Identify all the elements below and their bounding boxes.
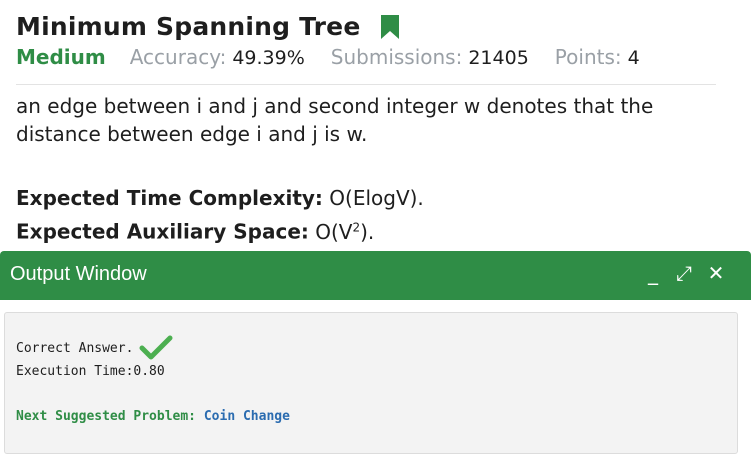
time-complexity-value: O(ElogV).: [329, 186, 424, 210]
next-suggested: Next Suggested Problem: Coin Change: [16, 409, 290, 424]
title-row: Minimum Spanning Tree: [16, 12, 401, 41]
expand-icon[interactable]: ⤢: [673, 261, 695, 285]
accuracy-label: Accuracy:: [129, 45, 227, 69]
problem-description: an edge between i and j and second integ…: [16, 92, 736, 148]
checkmark-icon: [139, 334, 173, 362]
output-window-header: Output Window _ ⤢ ✕: [0, 251, 751, 300]
next-suggested-label: Next Suggested Problem:: [16, 409, 197, 424]
minimize-icon[interactable]: _: [642, 261, 664, 285]
result-text: Correct Answer.: [16, 340, 134, 356]
execution-time: Execution Time:0.80: [16, 364, 165, 379]
close-icon[interactable]: ✕: [705, 261, 727, 285]
accuracy-value: 49.39%: [232, 47, 305, 69]
problem-title: Minimum Spanning Tree: [16, 12, 361, 41]
submissions-value: 21405: [468, 47, 529, 69]
space-complexity-value: O(V2).: [315, 219, 375, 244]
time-complexity: Expected Time Complexity: O(ElogV).: [16, 184, 424, 213]
description-line: an edge between i and j and second integ…: [16, 94, 654, 118]
points-value: 4: [627, 47, 640, 69]
space-complexity-label: Expected Auxiliary Space:: [16, 219, 309, 244]
result-line: Correct Answer.: [16, 334, 173, 362]
output-panel: Correct Answer. Execution Time:0.80 Next…: [4, 312, 738, 454]
points-label: Points:: [554, 45, 622, 69]
problem-meta: Medium Accuracy: 49.39% Submissions: 214…: [16, 45, 666, 69]
space-complexity: Expected Auxiliary Space: O(V2).: [16, 213, 424, 247]
next-problem-link[interactable]: Coin Change: [204, 409, 290, 424]
submissions-label: Submissions:: [330, 45, 463, 69]
bookmark-icon[interactable]: [379, 14, 401, 40]
time-complexity-label: Expected Time Complexity:: [16, 186, 323, 210]
output-window-title: Output Window: [10, 263, 147, 285]
complexity-section: Expected Time Complexity: O(ElogV). Expe…: [16, 184, 424, 247]
header-divider: [16, 84, 716, 85]
difficulty-badge: Medium: [16, 45, 106, 69]
problem-header: Minimum Spanning Tree Medium Accuracy: 4…: [0, 0, 751, 86]
description-line: distance between edge i and j is w.: [16, 122, 368, 146]
